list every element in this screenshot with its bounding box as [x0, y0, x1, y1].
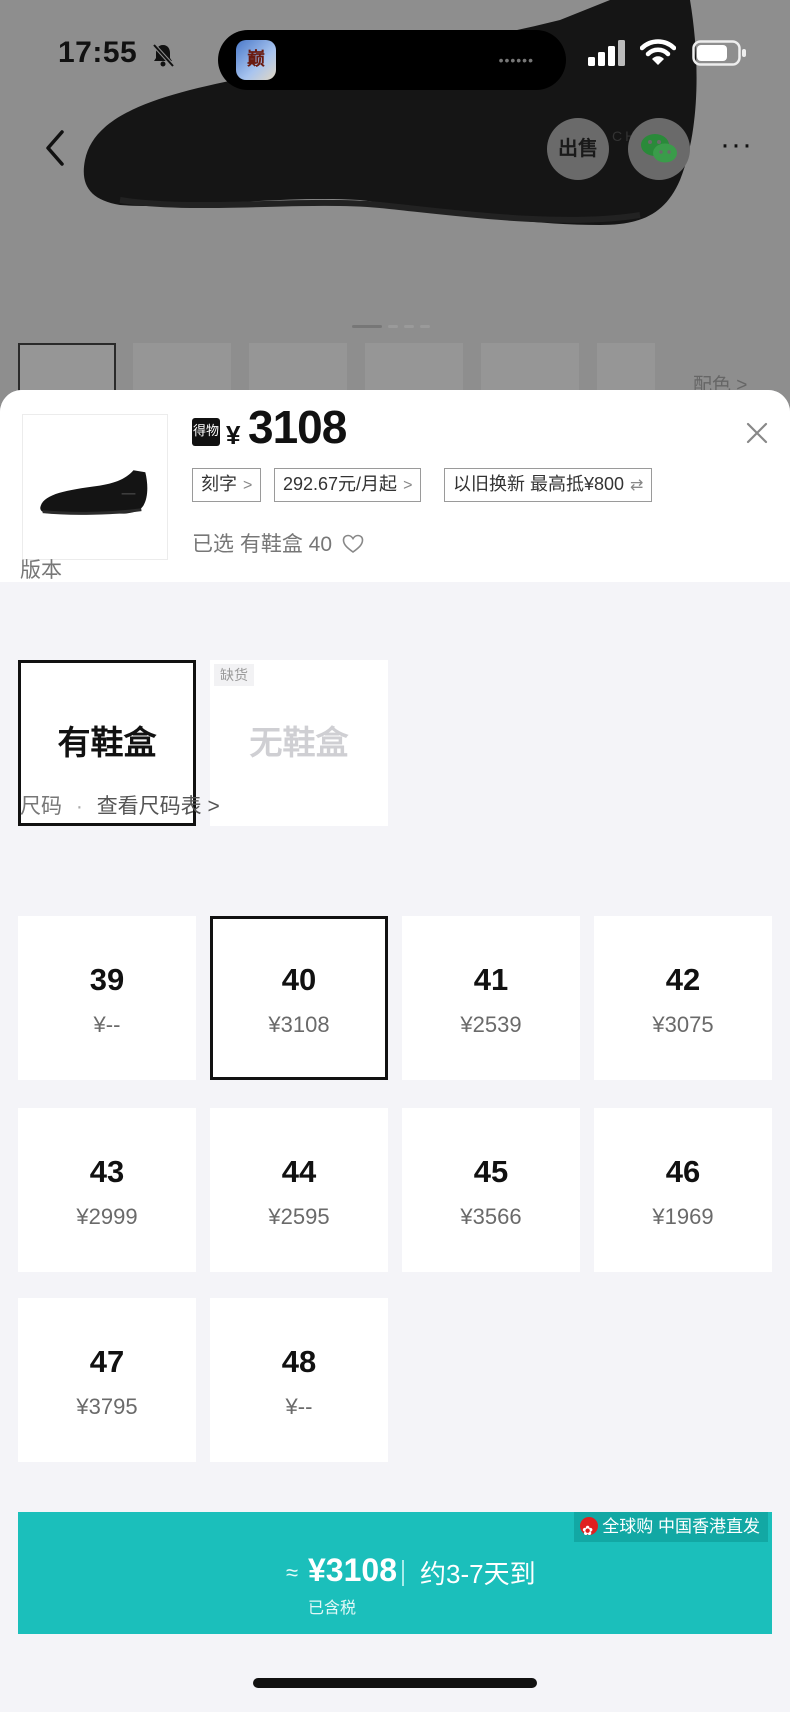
engraving-tag[interactable]: 刻字 >	[192, 468, 262, 502]
size-number: 43	[89, 1154, 125, 1189]
tag-label: 刻字	[201, 474, 237, 494]
wechat-icon	[641, 134, 677, 163]
back-button[interactable]	[36, 124, 76, 172]
shoe-image	[40, 470, 148, 515]
size-number: 48	[281, 1344, 317, 1379]
size-number: 45	[473, 1154, 509, 1189]
selected-summary-text: 已选 有鞋盒 40	[192, 533, 333, 556]
status-bar: 17:55 巅 ••••••	[0, 30, 790, 90]
size-price: ¥3075	[652, 1012, 714, 1037]
size-option-43[interactable]: 43 ¥2999	[18, 1108, 196, 1272]
dewu-logo-icon: 得物	[192, 418, 220, 446]
size-number: 41	[473, 962, 509, 997]
global-shipping-label: 全球购 中国香港直发	[602, 1517, 760, 1536]
buy-price: ¥3108	[308, 1552, 397, 1588]
buy-now-button[interactable]: 全球购 中国香港直发 ≈ ¥3108 约3-7天到 已含税	[18, 1512, 772, 1634]
delivery-estimate: 约3-7天到	[420, 1559, 536, 1589]
size-number: 46	[665, 1154, 701, 1189]
size-price: ¥3566	[460, 1204, 522, 1229]
sell-button[interactable]: 出售	[547, 118, 609, 180]
size-number: 40	[281, 962, 317, 997]
product-thumbnail	[22, 414, 168, 560]
trade-in-tag[interactable]: 以旧换新 最高抵¥800 ⇄	[444, 468, 653, 502]
bell-muted-icon	[152, 43, 175, 68]
size-price: ¥3108	[268, 1012, 330, 1037]
size-chart-link[interactable]: 查看尺码表 >	[97, 795, 220, 818]
favorite-heart-icon[interactable]	[342, 534, 364, 554]
version-option-label: 有鞋盒	[57, 724, 157, 761]
activity-dots-icon: ••••••	[498, 52, 534, 68]
tag-label: 292.67元/月起	[283, 474, 398, 494]
size-option-42[interactable]: 42 ¥3075	[594, 916, 772, 1080]
selected-summary: 已选 有鞋盒 40	[192, 528, 364, 558]
more-options-button[interactable]: ···	[720, 128, 753, 162]
size-option-40[interactable]: 40 ¥3108	[210, 916, 388, 1080]
chevron-right-icon: >	[243, 477, 253, 494]
size-number: 44	[281, 1154, 317, 1189]
global-shipping-badge: 全球购 中国香港直发	[574, 1512, 768, 1546]
version-option-label: 无鞋盒	[249, 724, 349, 761]
size-number: 47	[89, 1344, 125, 1379]
size-number: 39	[89, 962, 125, 997]
hong-kong-flag-icon	[580, 1516, 599, 1546]
status-time: 17:55	[58, 36, 138, 69]
out-of-stock-badge: 缺货	[214, 664, 254, 686]
divider	[402, 1560, 404, 1586]
version-section-label: 版本	[20, 559, 62, 582]
size-option-45[interactable]: 45 ¥3566	[402, 1108, 580, 1272]
swap-icon: ⇄	[630, 477, 644, 494]
size-section-header: 尺码 · 查看尺码表 >	[20, 790, 220, 820]
carousel-indicator	[352, 325, 430, 328]
home-indicator[interactable]	[253, 1678, 537, 1688]
size-option-47[interactable]: 47 ¥3795	[18, 1298, 196, 1462]
battery-icon	[692, 40, 746, 66]
selected-price: 3108	[248, 401, 347, 453]
sku-selection-sheet: 得物 ¥ 3108 刻字 > 292.67元/月起 > 以旧换新 最高抵¥800 ⇄ …	[0, 390, 790, 1712]
size-option-41[interactable]: 41 ¥2539	[402, 916, 580, 1080]
separator-dot: ·	[75, 795, 83, 818]
wifi-icon	[640, 39, 676, 65]
size-option-44[interactable]: 44 ¥2595	[210, 1108, 388, 1272]
size-number: 42	[665, 962, 701, 997]
size-price: ¥2595	[268, 1204, 330, 1229]
size-price: ¥1969	[652, 1204, 714, 1229]
tag-label: 以旧换新 最高抵¥800	[453, 474, 625, 494]
version-option-without-box[interactable]: 缺货 无鞋盒	[210, 660, 388, 826]
size-price: ¥3795	[76, 1394, 138, 1419]
size-option-39[interactable]: 39 ¥--	[18, 916, 196, 1080]
size-section-label: 尺码	[20, 795, 62, 818]
chevron-right-icon: >	[403, 477, 413, 494]
size-price: ¥2539	[460, 1012, 522, 1037]
size-option-48[interactable]: 48 ¥--	[210, 1298, 388, 1462]
close-button[interactable]	[742, 418, 772, 448]
sheet-header: 得物 ¥ 3108 刻字 > 292.67元/月起 > 以旧换新 最高抵¥800 ⇄ …	[0, 390, 790, 582]
size-option-46[interactable]: 46 ¥1969	[594, 1108, 772, 1272]
size-price: ¥--	[285, 1394, 313, 1419]
installment-tag[interactable]: 292.67元/月起 >	[274, 468, 422, 502]
wechat-share-button[interactable]	[628, 118, 690, 180]
price-currency: ¥	[226, 420, 241, 450]
approx-symbol: ≈	[286, 1560, 299, 1585]
product-page-background: 17:55 巅 •••••• 出售 CH ··· 配色 >	[0, 0, 790, 420]
cellular-signal-icon	[588, 40, 625, 66]
size-price: ¥--	[93, 1012, 121, 1037]
size-price: ¥2999	[76, 1204, 138, 1229]
tax-included-note: 已含税	[308, 1600, 357, 1617]
dynamic-island: 巅 ••••••	[218, 30, 566, 90]
app-activity-icon[interactable]: 巅	[236, 40, 276, 80]
